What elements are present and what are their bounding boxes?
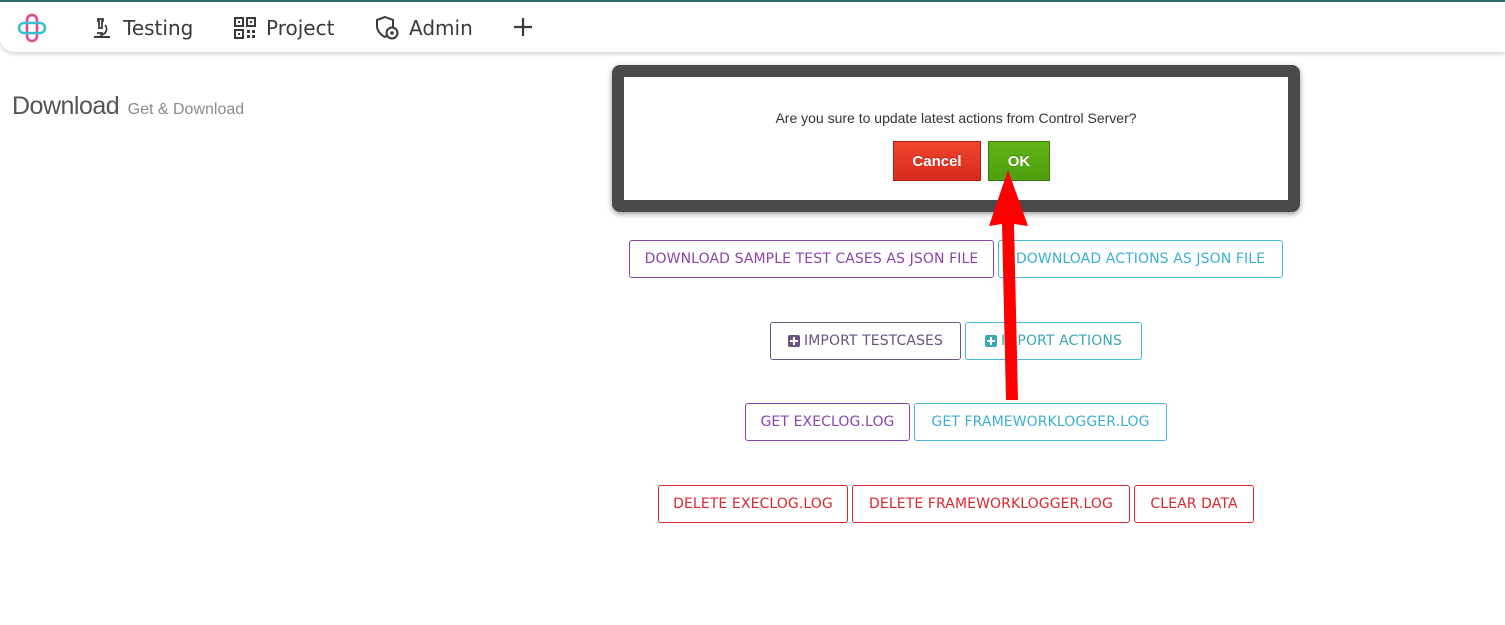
annotation-arrow-icon bbox=[989, 170, 1028, 400]
top-nav-bar: Testing Project Admin bbox=[0, 0, 1505, 52]
import-testcases-button[interactable]: IMPORT TESTCASES bbox=[770, 322, 961, 360]
nav-project[interactable]: Project bbox=[233, 14, 334, 42]
nav-admin-label: Admin bbox=[409, 16, 473, 40]
qr-grid-icon bbox=[234, 17, 256, 39]
cancel-button[interactable]: Cancel bbox=[893, 141, 981, 181]
nav-admin[interactable]: Admin bbox=[374, 14, 473, 42]
confirm-dialog-message: Are you sure to update latest actions fr… bbox=[775, 110, 1137, 126]
microscope-icon bbox=[94, 18, 110, 38]
page-title-main: Download bbox=[12, 92, 120, 120]
shield-gear-icon bbox=[376, 15, 399, 40]
download-actions-button[interactable]: DOWNLOAD ACTIONS AS JSON FILE bbox=[998, 240, 1283, 278]
download-sample-testcases-button[interactable]: DOWNLOAD SAMPLE TEST CASES AS JSON FILE bbox=[629, 240, 994, 278]
app-logo-icon[interactable] bbox=[16, 12, 48, 44]
page-subtitle: Get & Download bbox=[127, 101, 245, 118]
nav-testing[interactable]: Testing bbox=[90, 14, 193, 42]
delete-frameworklogger-button[interactable]: DELETE FRAMEWORKLOGGER.LOG bbox=[852, 485, 1130, 523]
import-testcases-label: IMPORT TESTCASES bbox=[804, 333, 943, 349]
page-title: Download Get & Download bbox=[12, 92, 244, 121]
get-frameworklogger-button[interactable]: GET FRAMEWORKLOGGER.LOG bbox=[914, 403, 1167, 441]
get-execlog-button[interactable]: GET EXECLOG.LOG bbox=[745, 403, 910, 441]
plus-icon[interactable] bbox=[512, 16, 534, 38]
delete-execlog-button[interactable]: DELETE EXECLOG.LOG bbox=[658, 485, 848, 523]
plus-square-icon bbox=[788, 335, 801, 347]
nav-testing-label: Testing bbox=[123, 16, 194, 40]
confirm-dialog-body: Are you sure to update latest actions fr… bbox=[624, 77, 1288, 200]
nav-project-label: Project bbox=[266, 16, 335, 40]
confirm-dialog: Are you sure to update latest actions fr… bbox=[612, 65, 1300, 212]
clear-data-button[interactable]: CLEAR DATA bbox=[1134, 485, 1254, 523]
